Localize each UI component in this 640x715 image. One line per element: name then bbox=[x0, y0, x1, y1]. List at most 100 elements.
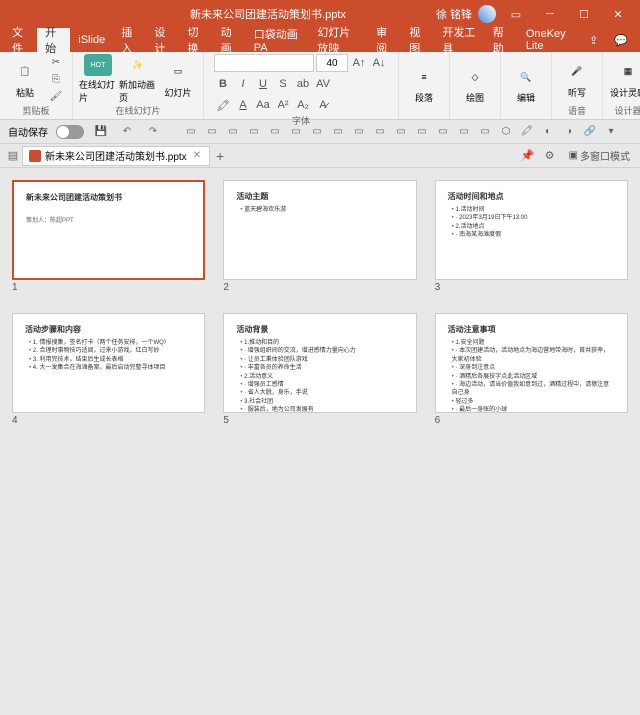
slide-thumbnail[interactable]: 活动注意事项1.安全问题 · 本次团建活动，活动地点为海边营地带海时，首共获率，… bbox=[435, 313, 628, 413]
increase-font-icon[interactable]: A↑ bbox=[350, 54, 368, 72]
qa-btn[interactable]: ▭ bbox=[329, 123, 347, 141]
menu-review[interactable]: 审阅 bbox=[368, 28, 401, 52]
copy-icon[interactable]: ⎘ bbox=[46, 71, 66, 87]
undo-icon[interactable]: ↶ bbox=[118, 123, 136, 141]
redo-icon[interactable]: ↷ bbox=[144, 123, 162, 141]
underline-icon[interactable]: U bbox=[254, 75, 272, 93]
share-icon[interactable]: ⇪ bbox=[581, 28, 606, 52]
qa-btn[interactable]: ◐ bbox=[539, 123, 557, 141]
online-icon: HOT bbox=[84, 54, 112, 76]
qa-btn[interactable]: ▭ bbox=[245, 123, 263, 141]
qa-btn[interactable]: ▭ bbox=[392, 123, 410, 141]
qa-btn[interactable]: ⬡ bbox=[497, 123, 515, 141]
save-icon[interactable]: 💾 bbox=[92, 123, 110, 141]
qa-btn[interactable]: ▭ bbox=[266, 123, 284, 141]
qa-btn[interactable]: ▭ bbox=[308, 123, 326, 141]
decrease-font-icon[interactable]: A↓ bbox=[370, 54, 388, 72]
menu-animation[interactable]: 动画 bbox=[213, 28, 246, 52]
qa-btn[interactable]: ▭ bbox=[413, 123, 431, 141]
bold-icon[interactable]: B bbox=[214, 75, 232, 93]
slide-thumbnail[interactable]: 活动时间和地点1.活动时间 · 2023年3月19日下午13:002.活动地点 … bbox=[435, 180, 628, 280]
qa-btn[interactable]: 🖍 bbox=[518, 123, 536, 141]
user-avatar[interactable] bbox=[478, 5, 496, 23]
qa-btn[interactable]: ▭ bbox=[476, 123, 494, 141]
qa-btn[interactable]: ▭ bbox=[182, 123, 200, 141]
menu-design[interactable]: 设计 bbox=[146, 28, 179, 52]
window-icon: ▣ bbox=[569, 150, 578, 161]
ppt-file-icon bbox=[29, 150, 41, 162]
qa-btn[interactable]: ▭ bbox=[224, 123, 242, 141]
menu-insert[interactable]: 插入 bbox=[113, 28, 146, 52]
qa-btn[interactable]: ▭ bbox=[287, 123, 305, 141]
paragraph-button[interactable]: ≡ 段落 bbox=[405, 60, 443, 110]
menu-pocket[interactable]: 口袋动画 PA bbox=[246, 28, 309, 52]
design-ideas-button[interactable]: ▦ 设计灵感 bbox=[609, 54, 640, 104]
dictate-button[interactable]: 🎤 听写 bbox=[558, 54, 596, 104]
menu-slideshow[interactable]: 幻灯片放映 bbox=[309, 28, 368, 52]
subscript-icon[interactable]: A₂ bbox=[294, 96, 312, 114]
pin-icon[interactable]: 📌 bbox=[519, 147, 537, 165]
menu-help[interactable]: 帮助 bbox=[485, 28, 518, 52]
slide-number: 6 bbox=[435, 415, 628, 426]
font-family-select[interactable] bbox=[214, 54, 314, 72]
minimize-icon[interactable]: ─ bbox=[536, 0, 564, 28]
case-icon[interactable]: Aa bbox=[254, 96, 272, 114]
slide-thumbnail[interactable]: 活动背景1.推动和目的 · 增强组织间的交流，增进感情力量向心力 · 让员工秉体… bbox=[223, 313, 416, 413]
close-icon[interactable]: ✕ bbox=[604, 0, 632, 28]
slide-thumbnail[interactable]: 新未来公司团建活动策划书策划人：陈超PPT bbox=[12, 180, 205, 280]
font-color-icon[interactable]: A bbox=[234, 96, 252, 114]
close-tab-icon[interactable]: ✕ bbox=[191, 150, 203, 161]
online-slides-button[interactable]: HOT 在线幻灯片 bbox=[79, 54, 117, 104]
strike-icon[interactable]: S bbox=[274, 75, 292, 93]
superscript-icon[interactable]: A² bbox=[274, 96, 292, 114]
comment-icon[interactable]: 💬 bbox=[606, 28, 636, 52]
qa-btn[interactable]: ◑ bbox=[560, 123, 578, 141]
slide-title: 活动时间和地点 bbox=[448, 191, 615, 202]
username: 徐 铭锋 bbox=[436, 6, 472, 22]
slide-title: 活动步骤和内容 bbox=[25, 324, 192, 335]
menu-islide[interactable]: iSlide bbox=[70, 28, 113, 52]
autosave-toggle[interactable] bbox=[56, 125, 84, 139]
slide-thumbnail[interactable]: 活动步骤和内容1. 情报搜集，签名打卡（两个任务安排，一个WQ）2. 合理时事物… bbox=[12, 313, 205, 413]
qa-btn[interactable]: ▭ bbox=[455, 123, 473, 141]
italic-icon[interactable]: I bbox=[234, 75, 252, 93]
menu-home[interactable]: 开始 bbox=[37, 28, 70, 52]
qa-btn[interactable]: ▭ bbox=[350, 123, 368, 141]
qa-btn[interactable]: 🔗 bbox=[581, 123, 599, 141]
new-anim-button[interactable]: ✨ 新加动画页 bbox=[119, 54, 157, 104]
document-tab[interactable]: 新未来公司团建活动策划书.pptx ✕ bbox=[22, 146, 210, 166]
slides-label: 在线幻灯片 bbox=[115, 104, 160, 119]
qa-btn[interactable]: ▭ bbox=[371, 123, 389, 141]
maximize-icon[interactable]: ☐ bbox=[570, 0, 598, 28]
format-painter-icon[interactable]: 🖌 bbox=[46, 88, 66, 104]
highlight-icon[interactable]: 🖍 bbox=[214, 96, 232, 114]
paste-button[interactable]: 📋 粘贴 bbox=[6, 54, 44, 104]
qa-btn[interactable]: ▭ bbox=[434, 123, 452, 141]
menu-transition[interactable]: 切换 bbox=[179, 28, 212, 52]
spacing-icon[interactable]: AV bbox=[314, 75, 332, 93]
qa-btn[interactable]: ▾ bbox=[602, 123, 620, 141]
slide-title: 新未来公司团建活动策划书 bbox=[26, 192, 191, 203]
menu-onekey[interactable]: OneKey Lite bbox=[518, 28, 581, 52]
slide-sorter-area: 新未来公司团建活动策划书策划人：陈超PPT1活动主题蓝天碧海欢乐游2活动时间和地… bbox=[0, 168, 640, 715]
clear-format-icon[interactable]: A̷ bbox=[314, 96, 332, 114]
drawing-button[interactable]: ◇ 绘图 bbox=[456, 60, 494, 110]
tab-list-icon[interactable]: ▤ bbox=[4, 147, 22, 165]
font-size-select[interactable] bbox=[316, 54, 348, 72]
add-tab-icon[interactable]: + bbox=[210, 146, 230, 166]
slide-number: 2 bbox=[223, 282, 416, 293]
settings-icon[interactable]: ⚙ bbox=[541, 147, 559, 165]
multi-window-button[interactable]: ▣ 多窗口模式 bbox=[563, 148, 636, 163]
new-slide-button[interactable]: ▭ 幻灯片 bbox=[159, 54, 197, 104]
menu-dev[interactable]: 开发工具 bbox=[434, 28, 484, 52]
menu-file[interactable]: 文件 bbox=[4, 28, 37, 52]
slide-title: 活动注意事项 bbox=[448, 324, 615, 335]
qa-btn[interactable]: ▭ bbox=[203, 123, 221, 141]
menu-view[interactable]: 视图 bbox=[401, 28, 434, 52]
slide-thumbnail[interactable]: 活动主题蓝天碧海欢乐游 bbox=[223, 180, 416, 280]
cut-icon[interactable]: ✂ bbox=[46, 54, 66, 70]
slide-number: 3 bbox=[435, 282, 628, 293]
shadow-icon[interactable]: ab bbox=[294, 75, 312, 93]
editing-button[interactable]: 🔍 编辑 bbox=[507, 60, 545, 110]
anim-icon: ✨ bbox=[126, 54, 150, 76]
